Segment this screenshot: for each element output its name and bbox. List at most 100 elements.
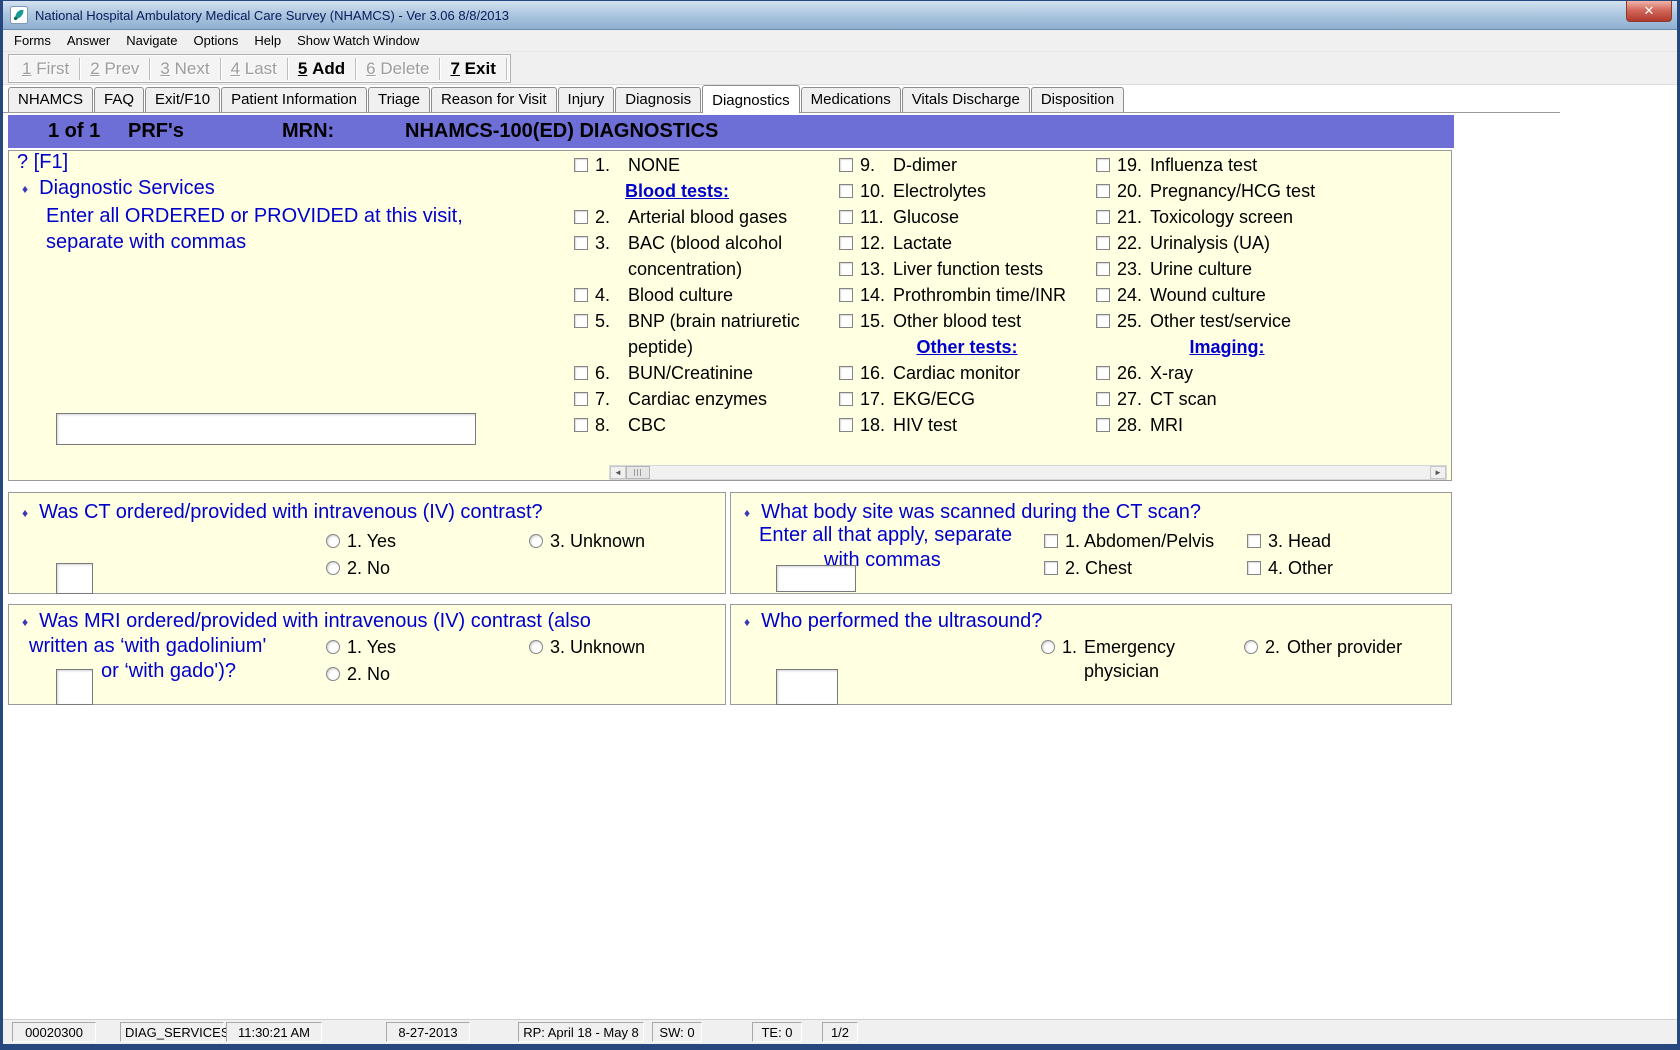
checkbox-icon[interactable]	[574, 210, 588, 224]
checkbox-icon[interactable]	[1096, 262, 1110, 276]
radio-button-icon[interactable]	[326, 534, 340, 548]
tab-disposition[interactable]: Disposition	[1031, 87, 1124, 112]
toolbar-exit-button[interactable]: 7 Exit	[440, 59, 505, 79]
checkbox-icon[interactable]	[839, 236, 853, 250]
help-link[interactable]: ? [F1]	[17, 151, 68, 174]
radio-button-icon[interactable]	[326, 640, 340, 654]
ct-body-site-input[interactable]	[776, 565, 856, 592]
mri-contrast-input[interactable]	[56, 669, 93, 705]
scrollbar-thumb[interactable]	[626, 466, 650, 479]
scroll-left-button[interactable]: ◄	[610, 466, 626, 479]
checkbox-icon[interactable]	[1096, 314, 1110, 328]
radio-button-icon[interactable]	[326, 667, 340, 681]
ultrasound-option-other-provider[interactable]: 2. Other provider	[1244, 635, 1402, 659]
checkbox-icon[interactable]	[1044, 561, 1058, 575]
checkbox-icon[interactable]	[574, 366, 588, 380]
checkbox-icon[interactable]	[1247, 534, 1261, 548]
checkbox-icon[interactable]	[1096, 184, 1110, 198]
option-label: 3. Head	[1268, 529, 1331, 553]
checkbox-icon[interactable]	[839, 210, 853, 224]
ultrasound-option-emergency-physician[interactable]: 1. Emergency physician	[1041, 635, 1175, 683]
checkbox-icon[interactable]	[1096, 392, 1110, 406]
menu-item-show-watch-window[interactable]: Show Watch Window	[289, 31, 427, 50]
tab-injury[interactable]: Injury	[558, 87, 615, 112]
radio-button-icon[interactable]	[1244, 640, 1258, 654]
scroll-right-button[interactable]: ►	[1430, 466, 1446, 479]
checkbox-icon[interactable]	[839, 262, 853, 276]
checkbox-icon[interactable]	[1096, 158, 1110, 172]
menu-bar: FormsAnswerNavigateOptionsHelpShow Watch…	[0, 30, 1680, 52]
ultrasound-input[interactable]	[776, 669, 838, 705]
ct-contrast-option-no[interactable]: 2. No	[326, 556, 390, 580]
ct-body-site-option-abdomen-pelvis[interactable]: 1. Abdomen/Pelvis	[1044, 529, 1214, 553]
checkbox-icon[interactable]	[839, 366, 853, 380]
checkbox-icon[interactable]	[1096, 366, 1110, 380]
checkbox-icon[interactable]	[839, 184, 853, 198]
checkbox-icon[interactable]	[1096, 236, 1110, 250]
checkbox-icon[interactable]	[574, 158, 588, 172]
radio-button-icon[interactable]	[529, 534, 543, 548]
tab-exit-f10[interactable]: Exit/F10	[145, 87, 220, 112]
checkbox-icon[interactable]	[574, 314, 588, 328]
radio-button-icon[interactable]	[529, 640, 543, 654]
option-number: 8.	[595, 412, 628, 438]
checkbox-icon[interactable]	[1044, 534, 1058, 548]
diagnostic-services-input[interactable]	[56, 413, 476, 445]
option-label: 2. No	[347, 556, 390, 580]
tab-triage[interactable]: Triage	[368, 87, 430, 112]
menu-item-navigate[interactable]: Navigate	[118, 31, 185, 50]
option-label: Urinalysis (UA)	[1150, 230, 1358, 256]
menu-item-forms[interactable]: Forms	[6, 31, 59, 50]
checkbox-icon[interactable]	[839, 418, 853, 432]
ct-body-site-option-head[interactable]: 3. Head	[1247, 529, 1331, 553]
access-key: 2	[90, 59, 99, 78]
tab-diagnostics[interactable]: Diagnostics	[702, 85, 800, 113]
checkbox-icon[interactable]	[839, 158, 853, 172]
diagnostic-option-other-test-service: 25.Other test/service	[1096, 308, 1358, 334]
close-button[interactable]: ✕	[1626, 1, 1672, 22]
diagnostic-option-electrolytes: 10.Electrolytes	[839, 178, 1095, 204]
tab-diagnosis[interactable]: Diagnosis	[615, 87, 701, 112]
tab-faq[interactable]: FAQ	[94, 87, 144, 112]
ct-contrast-option-unknown[interactable]: 3. Unknown	[529, 529, 645, 553]
option-label: Cardiac enzymes	[628, 386, 836, 412]
radio-button-icon[interactable]	[1041, 640, 1055, 654]
option-label: CBC	[628, 412, 836, 438]
mri-contrast-option-unknown[interactable]: 3. Unknown	[529, 635, 645, 659]
ct-contrast-option-yes[interactable]: 1. Yes	[326, 529, 396, 553]
menu-item-options[interactable]: Options	[186, 31, 247, 50]
checkbox-icon[interactable]	[1247, 561, 1261, 575]
radio-button-icon[interactable]	[326, 561, 340, 575]
option-number: 7.	[595, 386, 628, 412]
mri-contrast-option-yes[interactable]: 1. Yes	[326, 635, 396, 659]
mri-contrast-option-no[interactable]: 2. No	[326, 662, 390, 686]
ct-body-site-option-other[interactable]: 4. Other	[1247, 556, 1333, 580]
checkbox-icon[interactable]	[1096, 418, 1110, 432]
checkbox-icon[interactable]	[574, 418, 588, 432]
checkbox-icon[interactable]	[839, 392, 853, 406]
checkbox-icon[interactable]	[839, 288, 853, 302]
tab-medications[interactable]: Medications	[801, 87, 901, 112]
ct-contrast-input[interactable]	[56, 563, 93, 594]
ct-body-site-option-chest[interactable]: 2. Chest	[1044, 556, 1132, 580]
status-cell-0: 00020300	[12, 1022, 96, 1042]
checkbox-icon[interactable]	[839, 314, 853, 328]
tab-nhamcs[interactable]: NHAMCS	[8, 87, 93, 112]
diagnostics-column-3: 19.Influenza test20.Pregnancy/HCG test21…	[1096, 152, 1358, 438]
tab-vitals-discharge[interactable]: Vitals Discharge	[902, 87, 1030, 112]
option-number: 28.	[1117, 412, 1150, 438]
checkbox-icon[interactable]	[574, 288, 588, 302]
horizontal-scrollbar[interactable]: ◄ ►	[609, 465, 1447, 480]
question-text: What body site was scanned during the CT…	[761, 501, 1201, 524]
diamond-bullet-icon: ♦	[744, 506, 750, 524]
question-text: Was CT ordered/provided with intravenous…	[39, 501, 543, 524]
checkbox-icon[interactable]	[574, 236, 588, 250]
checkbox-icon[interactable]	[1096, 288, 1110, 302]
menu-item-help[interactable]: Help	[246, 31, 289, 50]
checkbox-icon[interactable]	[1096, 210, 1110, 224]
menu-item-answer[interactable]: Answer	[59, 31, 118, 50]
tab-patient-information[interactable]: Patient Information	[221, 87, 367, 112]
checkbox-icon[interactable]	[574, 392, 588, 406]
tab-reason-for-visit[interactable]: Reason for Visit	[431, 87, 557, 112]
toolbar-add-button[interactable]: 5 Add	[288, 59, 355, 79]
